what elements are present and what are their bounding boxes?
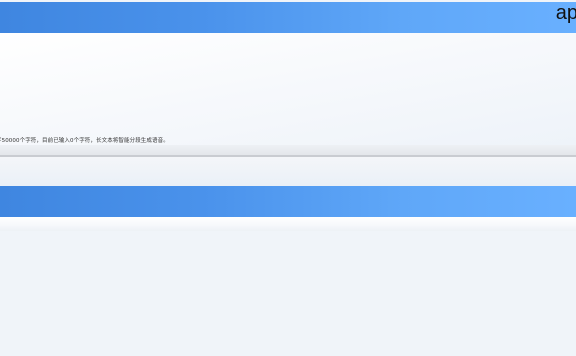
secondary-header-bar xyxy=(0,186,576,217)
text-input-panel[interactable]: 字50000个字符，目前已输入0个字符，长文本将智能分段生成语音。 xyxy=(0,33,576,145)
header-corner-text: ap xyxy=(555,2,576,24)
character-count-hint: 字50000个字符，目前已输入0个字符，长文本将智能分段生成语音。 xyxy=(0,138,169,144)
panel-footer-shade xyxy=(0,145,576,155)
section-gap xyxy=(0,157,576,186)
top-header-bar: ap xyxy=(0,2,576,33)
page-background xyxy=(0,231,576,356)
secondary-panel xyxy=(0,217,576,231)
